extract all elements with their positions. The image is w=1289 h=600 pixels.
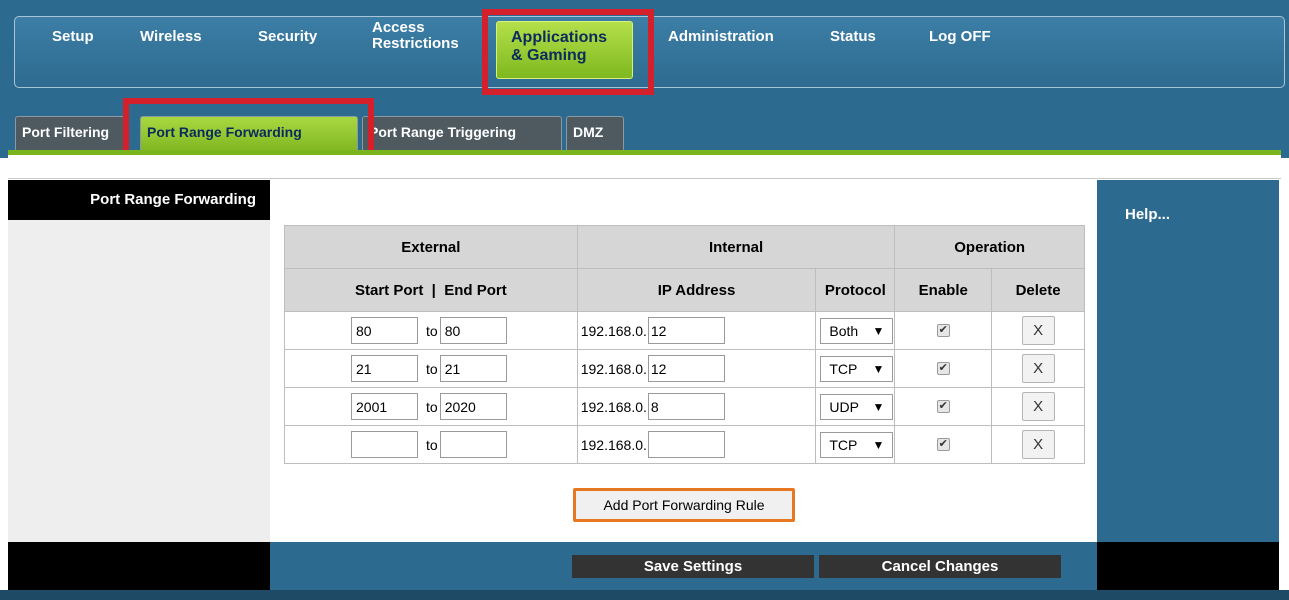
subtab-dmz[interactable]: DMZ xyxy=(566,116,624,150)
enable-checkbox[interactable]: ✔ xyxy=(936,400,950,413)
to-label: to xyxy=(426,398,438,415)
delete-button[interactable]: X xyxy=(1021,392,1055,421)
add-port-forwarding-rule-button[interactable]: Add Port Forwarding Rule xyxy=(573,488,795,522)
nav-administration[interactable]: Administration xyxy=(668,29,774,45)
protocol-value: Both xyxy=(829,322,859,339)
enable-checkbox[interactable]: ✔ xyxy=(936,362,950,375)
end-port-input[interactable] xyxy=(439,431,507,458)
nav-setup[interactable]: Setup xyxy=(52,29,94,45)
content-top-strip xyxy=(8,155,1281,179)
ip-last-octet-input[interactable] xyxy=(647,431,725,458)
enable-checkbox[interactable]: ✔ xyxy=(936,324,950,337)
nav-applications-gaming-line2: & Gaming xyxy=(511,47,587,64)
save-settings-button[interactable]: Save Settings xyxy=(572,555,814,578)
end-port-input[interactable] xyxy=(439,317,507,344)
nav-access-restrictions-line2: Restrictions xyxy=(372,35,459,52)
ip-prefix: 192.168.0. xyxy=(580,322,647,339)
help-panel: Help... xyxy=(1097,180,1279,542)
protocol-select[interactable]: UDP ▼ xyxy=(820,393,894,420)
page-bottom-edge xyxy=(0,590,1289,600)
nav-applications-gaming-line1: Applications xyxy=(511,29,608,46)
cancel-changes-button[interactable]: Cancel Changes xyxy=(819,555,1061,578)
delete-button[interactable]: X xyxy=(1021,354,1055,383)
column-header-enable: Enable xyxy=(894,268,993,312)
dropdown-arrow-icon: ▼ xyxy=(872,323,885,338)
protocol-value: TCP xyxy=(829,436,858,453)
delete-button[interactable]: X xyxy=(1021,430,1055,459)
table-row: to 192.168.0. Both ▼ ✔ X xyxy=(284,311,1085,350)
group-header-internal: Internal xyxy=(576,225,896,269)
help-panel-footer xyxy=(1097,542,1279,590)
group-header-operation: Operation xyxy=(894,225,1085,269)
to-label: to xyxy=(426,322,438,339)
column-header-ip-address: IP Address xyxy=(576,268,817,312)
start-port-input[interactable] xyxy=(351,431,418,458)
nav-access-restrictions[interactable]: Access Restrictions xyxy=(372,20,459,52)
ip-last-octet-input[interactable] xyxy=(647,317,725,344)
column-header-delete: Delete xyxy=(991,268,1085,312)
end-port-input[interactable] xyxy=(439,355,507,382)
sidebar-body xyxy=(8,220,270,542)
nav-security[interactable]: Security xyxy=(258,29,317,45)
dropdown-arrow-icon: ▼ xyxy=(872,361,885,376)
sidebar-title: Port Range Forwarding xyxy=(90,191,256,208)
column-header-protocol: Protocol xyxy=(815,268,896,312)
protocol-select[interactable]: Both ▼ xyxy=(820,317,894,344)
ip-last-octet-input[interactable] xyxy=(647,355,725,382)
protocol-select[interactable]: TCP ▼ xyxy=(820,431,894,458)
to-label: to xyxy=(426,436,438,453)
ip-prefix: 192.168.0. xyxy=(580,398,647,415)
table-row: to 192.168.0. TCP ▼ ✔ X xyxy=(284,349,1085,388)
ip-prefix: 192.168.0. xyxy=(580,436,647,453)
enable-checkbox[interactable]: ✔ xyxy=(936,438,950,451)
table-row: to 192.168.0. UDP ▼ ✔ X xyxy=(284,387,1085,426)
protocol-select[interactable]: TCP ▼ xyxy=(820,355,894,382)
ip-prefix: 192.168.0. xyxy=(580,360,647,377)
end-port-input[interactable] xyxy=(439,393,507,420)
table-row: to 192.168.0. TCP ▼ ✔ X xyxy=(284,425,1085,464)
to-label: to xyxy=(426,360,438,377)
ip-last-octet-input[interactable] xyxy=(647,393,725,420)
protocol-value: UDP xyxy=(829,398,859,415)
main-nav-bar xyxy=(14,16,1285,88)
column-header-ports: Start Port | End Port xyxy=(284,268,578,312)
table-group-header-row: External Internal Operation xyxy=(284,225,1085,269)
dropdown-arrow-icon: ▼ xyxy=(872,437,885,452)
start-port-input[interactable] xyxy=(351,393,418,420)
subtab-port-filtering[interactable]: Port Filtering xyxy=(15,116,125,150)
nav-applications-gaming[interactable]: Applications & Gaming xyxy=(496,21,633,79)
start-port-input[interactable] xyxy=(351,355,418,382)
group-header-external: External xyxy=(284,225,578,269)
dropdown-arrow-icon: ▼ xyxy=(872,399,885,414)
sidebar-header: Port Range Forwarding xyxy=(8,180,270,220)
sidebar-footer xyxy=(8,542,270,590)
nav-log-off[interactable]: Log OFF xyxy=(929,29,991,45)
nav-status[interactable]: Status xyxy=(830,29,876,45)
subtab-port-range-triggering[interactable]: Port Range Triggering xyxy=(362,116,562,150)
nav-access-restrictions-line1: Access xyxy=(372,19,425,36)
protocol-value: TCP xyxy=(829,360,858,377)
nav-wireless[interactable]: Wireless xyxy=(140,29,202,45)
help-link[interactable]: Help... xyxy=(1125,206,1170,223)
table-column-header-row: Start Port | End Port IP Address Protoco… xyxy=(284,268,1085,312)
subtab-port-range-forwarding[interactable]: Port Range Forwarding xyxy=(140,116,358,150)
start-port-input[interactable] xyxy=(351,317,418,344)
port-forwarding-table: External Internal Operation Start Port |… xyxy=(284,225,1085,464)
delete-button[interactable]: X xyxy=(1021,316,1055,345)
